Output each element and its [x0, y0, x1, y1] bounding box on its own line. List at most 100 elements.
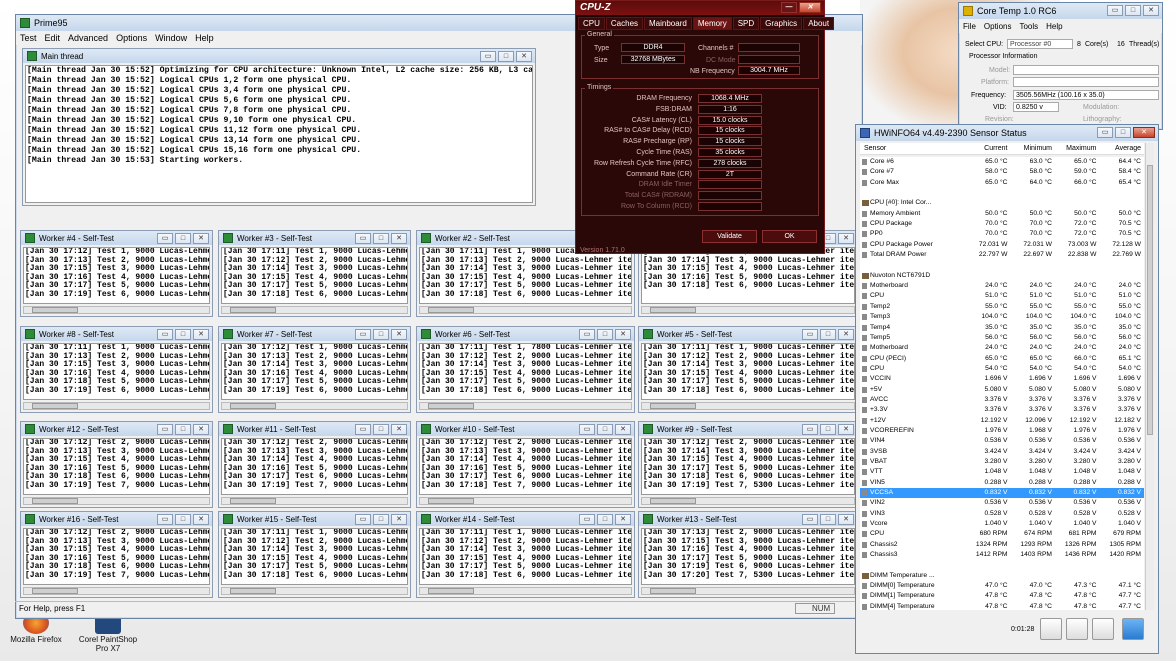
close-button[interactable]: ✕ [391, 424, 407, 435]
maximize-button[interactable]: □ [597, 514, 613, 525]
close-button[interactable]: ✕ [615, 424, 631, 435]
scrollbar-thumb[interactable] [428, 307, 474, 313]
maximize-button[interactable]: □ [175, 329, 191, 340]
minimize-button[interactable]: ▭ [802, 514, 818, 525]
maximize-button[interactable]: □ [1115, 127, 1131, 138]
close-button[interactable]: ✕ [838, 424, 854, 435]
sensor-row[interactable] [860, 188, 1144, 198]
sensor-row[interactable]: +12V 12.192 V 12.096 V 12.192 V 12.182 V [860, 416, 1144, 426]
sensor-row[interactable] [860, 560, 1144, 570]
sensor-row[interactable]: 3VSB 3.424 V 3.424 V 3.424 V 3.424 V [860, 447, 1144, 457]
column-sensor[interactable]: Sensor [860, 145, 966, 152]
close-button[interactable]: ✕ [193, 329, 209, 340]
horizontal-scrollbar[interactable] [221, 306, 408, 314]
worker-titlebar[interactable]: Worker #11 - Self-Test ▭ □ ✕ [219, 422, 410, 436]
worker-titlebar[interactable]: Worker #13 - Self-Test ▭ □ ✕ [639, 512, 857, 526]
maximize-button[interactable]: □ [175, 424, 191, 435]
menu-window[interactable]: Window [155, 33, 187, 43]
sensor-row[interactable]: DIMM[0] Temperature 47.0 °C 47.0 °C 47.3 °C… [860, 581, 1144, 591]
scrollbar-thumb[interactable] [32, 498, 78, 504]
maximize-button[interactable]: □ [175, 514, 191, 525]
minimize-button[interactable]: ▭ [802, 424, 818, 435]
sensor-row[interactable]: VTT 1.048 V 1.048 V 1.048 V 1.048 V [860, 467, 1144, 477]
menu-tools[interactable]: Tools [1019, 22, 1038, 31]
sensor-row[interactable]: Temp3 104.0 °C 104.0 °C 104.0 °C 104.0 °C [860, 312, 1144, 322]
maximize-button[interactable]: □ [597, 424, 613, 435]
worker-titlebar[interactable]: Worker #10 - Self-Test ▭ □ ✕ [417, 422, 634, 436]
close-button[interactable]: ✕ [193, 424, 209, 435]
scrollbar-thumb[interactable] [650, 307, 696, 313]
sensor-row[interactable]: VCOREREFIN 1.976 V 1.968 V 1.976 V 1.976 V [860, 426, 1144, 436]
close-button[interactable]: ✕ [838, 233, 854, 244]
column-current[interactable]: Current [966, 145, 1011, 152]
menu-file[interactable]: File [963, 22, 976, 31]
sensor-row[interactable]: VIN2 0.536 V 0.536 V 0.536 V 0.536 V [860, 498, 1144, 508]
tab-cpu[interactable]: CPU [578, 17, 605, 30]
cpuz-titlebar[interactable]: CPU-Z — ✕ [576, 1, 824, 15]
sensor-row[interactable]: +5V 5.080 V 5.080 V 5.080 V 5.080 V [860, 385, 1144, 395]
maximize-button[interactable]: □ [373, 424, 389, 435]
scrollbar-thumb[interactable] [230, 307, 276, 313]
sensor-row[interactable]: +3.3V 3.376 V 3.376 V 3.376 V 3.376 V [860, 405, 1144, 415]
maximize-button[interactable]: □ [820, 514, 836, 525]
close-button[interactable]: ✕ [391, 329, 407, 340]
scrollbar-thumb[interactable] [428, 403, 474, 409]
horizontal-scrollbar[interactable] [641, 306, 855, 314]
horizontal-scrollbar[interactable] [641, 497, 855, 505]
sensor-row[interactable]: Core #6 65.0 °C 63.0 °C 65.0 °C 64.4 °C [860, 157, 1144, 167]
minimize-button[interactable]: ▭ [355, 424, 371, 435]
minimize-button[interactable]: ▭ [579, 514, 595, 525]
sensor-row[interactable]: CPU (PECI) 65.0 °C 65.0 °C 66.0 °C 65.1 °C [860, 354, 1144, 364]
worker-titlebar[interactable]: Worker #5 - Self-Test ▭ □ ✕ [639, 327, 857, 341]
close-button[interactable]: ✕ [391, 514, 407, 525]
worker-titlebar[interactable]: Worker #12 - Self-Test ▭ □ ✕ [21, 422, 212, 436]
tab-mainboard[interactable]: Mainboard [644, 17, 692, 30]
coretemp-titlebar[interactable]: Core Temp 1.0 RC6 ▭ □ ✕ [959, 3, 1162, 19]
scrollbar-thumb[interactable] [230, 403, 276, 409]
horizontal-scrollbar[interactable] [23, 587, 210, 595]
close-button[interactable]: ✕ [838, 329, 854, 340]
minimize-button[interactable]: ▭ [157, 424, 173, 435]
sensor-row[interactable]: CPU Package Power 72.031 W 72.031 W 73.003 … [860, 240, 1144, 250]
sensor-row[interactable]: Temp2 55.0 °C 55.0 °C 55.0 °C 55.0 °C [860, 302, 1144, 312]
sensor-row[interactable]: Motherboard 24.0 °C 24.0 °C 24.0 °C 24.0 °C [860, 343, 1144, 353]
horizontal-scrollbar[interactable] [221, 587, 408, 595]
tab-caches[interactable]: Caches [605, 17, 644, 30]
minimize-button[interactable]: ▭ [1097, 127, 1113, 138]
close-button[interactable]: ✕ [615, 329, 631, 340]
tab-graphics[interactable]: Graphics [760, 17, 803, 30]
sensor-row[interactable]: Chassis2 1324 RPM 1293 RPM 1326 RPM 1305 RPM [860, 540, 1144, 550]
scrollbar-thumb[interactable] [650, 498, 696, 504]
sensor-row[interactable]: CPU Package 70.0 °C 70.0 °C 72.0 °C 70.5 °C [860, 219, 1144, 229]
minimize-button[interactable]: ▭ [157, 329, 173, 340]
ok-button[interactable]: OK [762, 230, 817, 243]
sensor-row[interactable]: VIN3 0.528 V 0.528 V 0.528 V 0.528 V [860, 509, 1144, 519]
clock-button[interactable] [1040, 618, 1062, 640]
sensor-row[interactable] [860, 260, 1144, 270]
settings-button[interactable] [1092, 618, 1114, 640]
worker-titlebar[interactable]: Worker #3 - Self-Test ▭ □ ✕ [219, 231, 410, 245]
sensor-row[interactable]: Core Max 65.0 °C 64.0 °C 66.0 °C 65.4 °C [860, 178, 1144, 188]
select-cpu-dropdown[interactable]: Processor #0 [1007, 39, 1073, 49]
sensor-row[interactable]: PP0 70.0 °C 70.0 °C 72.0 °C 70.5 °C [860, 229, 1144, 239]
sensor-row[interactable]: VIN4 0.536 V 0.536 V 0.536 V 0.536 V [860, 436, 1144, 446]
minimize-button[interactable]: ▭ [157, 233, 173, 244]
close-button[interactable]: ✕ [193, 233, 209, 244]
horizontal-scrollbar[interactable] [23, 497, 210, 505]
menu-options[interactable]: Options [116, 33, 147, 43]
close-button[interactable]: ✕ [1133, 127, 1155, 138]
scrollbar-thumb[interactable] [230, 588, 276, 594]
minimize-button[interactable]: ▭ [579, 329, 595, 340]
worker-titlebar[interactable]: Worker #8 - Self-Test ▭ □ ✕ [21, 327, 212, 341]
tab-memory[interactable]: Memory [692, 17, 732, 30]
sensor-row[interactable]: VCCIN 1.696 V 1.696 V 1.696 V 1.696 V [860, 374, 1144, 384]
maximize-button[interactable]: □ [597, 329, 613, 340]
cpuz-close-button[interactable]: ✕ [799, 2, 821, 13]
close-button[interactable]: ✕ [516, 51, 532, 62]
menu-help[interactable]: Help [1046, 22, 1062, 31]
sensor-row[interactable]: Vcore 1.040 V 1.040 V 1.040 V 1.040 V [860, 519, 1144, 529]
scrollbar-thumb[interactable] [650, 588, 696, 594]
maximize-button[interactable]: □ [373, 233, 389, 244]
worker-titlebar[interactable]: Worker #16 - Self-Test ▭ □ ✕ [21, 512, 212, 526]
sensor-row[interactable]: Memory Ambient 50.0 °C 50.0 °C 50.0 °C 50.0 … [860, 209, 1144, 219]
